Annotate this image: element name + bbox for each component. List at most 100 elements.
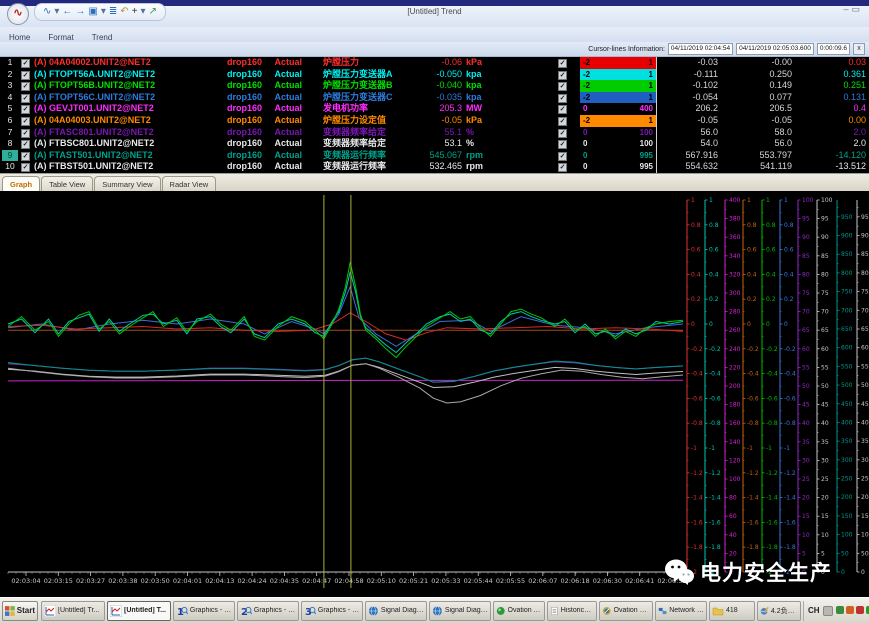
point-name[interactable]: (A) GEVJT001.UNIT2@NET2 <box>34 103 219 115</box>
table-row[interactable]: 7✓(A) FTASC801.UNIT2@NET2drop160Actual变频… <box>0 127 869 139</box>
table-row[interactable]: 5✓(A) GEVJT001.UNIT2@NET2drop160Actual发电… <box>0 103 869 115</box>
taskbar-item-5[interactable]: 3Graphics - -... <box>301 601 363 621</box>
scale-checkbox[interactable]: ✓ <box>558 105 567 114</box>
cursor2-value: 0.149 <box>726 80 792 92</box>
row-checkbox[interactable]: ✓ <box>21 94 30 103</box>
table-row[interactable]: 10✓(A) FTBST501.UNIT2@NET2drop160Actual变… <box>0 161 869 173</box>
cursor-duration[interactable]: 0:00:09.6 <box>817 43 850 55</box>
scale-max: 995 <box>640 150 653 162</box>
scale-checkbox[interactable]: ✓ <box>558 71 567 80</box>
taskbar-item-13[interactable]: 4.2负压调... <box>757 601 801 621</box>
axis-tick-label: 650 <box>841 326 853 333</box>
axis-tick-label: 1 <box>747 197 751 204</box>
trend-icon <box>44 605 56 617</box>
row-checkbox[interactable]: ✓ <box>21 105 30 114</box>
taskbar-item-4[interactable]: 2Graphics - -... <box>237 601 299 621</box>
axis-tick-label: 0.2 <box>691 296 701 303</box>
table-row[interactable]: 8✓(A) FTBSC801.UNIT2@NET2drop160Actual变频… <box>0 138 869 150</box>
axis-tick-label: 75 <box>802 290 810 297</box>
table-row[interactable]: 1✓(A) 04A04002.UNIT2@NET2drop160Actual炉膛… <box>0 57 869 69</box>
table-row[interactable]: 9✓(A) FTAST501.UNIT2@NET2drop160Actual变频… <box>0 150 869 162</box>
language-indicator[interactable]: CH <box>808 606 820 615</box>
row-number: 1 <box>2 57 18 69</box>
table-row[interactable]: 6✓(A) 04A04003.UNIT2@NET2drop160Actual炉膛… <box>0 115 869 127</box>
taskbar-item-6[interactable]: Signal Diagra... <box>365 601 427 621</box>
scale-checkbox[interactable]: ✓ <box>558 59 567 68</box>
axis-tick-label: 55 <box>802 364 810 371</box>
taskbar: Start [Untitled] Tr...[Untitled] T...1Gr… <box>0 597 869 623</box>
cursor-end-time[interactable]: 04/11/2019 02:05:03.600 <box>736 43 814 55</box>
row-checkbox[interactable]: ✓ <box>21 163 30 172</box>
window-buttons[interactable]: –▭ <box>843 4 863 15</box>
row-checkbox[interactable]: ✓ <box>21 152 30 161</box>
axis-tick-label: -0.2 <box>691 346 703 353</box>
scale-checkbox[interactable]: ✓ <box>558 117 567 126</box>
row-number: 2 <box>2 69 18 81</box>
tray-status-icon-1[interactable] <box>836 606 844 614</box>
axis-tick-label: 80 <box>729 495 737 502</box>
time-tick-label: 02:05:55 <box>496 577 525 585</box>
cursor2-value: 553.797 <box>726 150 792 162</box>
row-checkbox[interactable]: ✓ <box>21 82 30 91</box>
tray-status-icon-3[interactable] <box>856 606 864 614</box>
taskbar-item-10[interactable]: Ovation Poin... <box>599 601 653 621</box>
taskbar-item-2[interactable]: [Untitled] T... <box>107 601 171 621</box>
taskbar-item-3[interactable]: 1Graphics - -... <box>173 601 235 621</box>
taskbar-item-9[interactable]: Historical Re... <box>547 601 597 621</box>
point-name[interactable]: (A) FTOPT56B.UNIT2@NET2 <box>34 80 219 92</box>
view-tab-summary-view[interactable]: Summary View <box>94 176 160 191</box>
axis-tick-label: 140 <box>729 439 741 446</box>
delta-value: -14.120 <box>798 150 866 162</box>
taskbar-item-11[interactable]: Network and... <box>655 601 707 621</box>
point-name[interactable]: (A) FTBSC801.UNIT2@NET2 <box>34 138 219 150</box>
keyboard-icon[interactable] <box>823 606 833 616</box>
axis-tick-label: -0.8 <box>747 420 759 427</box>
axis-tick-label: -1.8 <box>766 544 778 551</box>
taskbar-item-7[interactable]: Signal Diagra... <box>429 601 491 621</box>
axis-tick-label: 0.2 <box>709 296 719 303</box>
row-checkbox[interactable]: ✓ <box>21 140 30 149</box>
table-row[interactable]: 4✓(A) FTOPT56C.UNIT2@NET2drop160Actual炉膛… <box>0 92 869 104</box>
scale-checkbox[interactable]: ✓ <box>558 140 567 149</box>
point-name[interactable]: (A) 04A04003.UNIT2@NET2 <box>34 115 219 127</box>
row-checkbox[interactable]: ✓ <box>21 117 30 126</box>
cursor1-value: 206.2 <box>652 103 718 115</box>
table-row[interactable]: 3✓(A) FTOPT56B.UNIT2@NET2drop160Actual炉膛… <box>0 80 869 92</box>
row-checkbox[interactable]: ✓ <box>21 129 30 138</box>
point-name[interactable]: (A) FTASC801.UNIT2@NET2 <box>34 127 219 139</box>
cursor-start-time[interactable]: 04/11/2019 02:04:54 <box>668 43 733 55</box>
taskbar-item-8[interactable]: Ovation Alar... <box>493 601 545 621</box>
start-button[interactable]: Start <box>2 601 38 621</box>
axis-tick-label: 0.4 <box>709 271 719 278</box>
time-tick-label: 02:06:18 <box>560 577 589 585</box>
scale-min: 0 <box>583 138 587 150</box>
scale-checkbox[interactable]: ✓ <box>558 129 567 138</box>
scale-checkbox[interactable]: ✓ <box>558 152 567 161</box>
scale-checkbox[interactable]: ✓ <box>558 82 567 91</box>
restore-button[interactable]: ▭ <box>851 4 863 14</box>
point-name[interactable]: (A) FTOPT56A.UNIT2@NET2 <box>34 69 219 81</box>
table-row[interactable]: 2✓(A) FTOPT56A.UNIT2@NET2drop160Actual炉膛… <box>0 69 869 81</box>
scale-checkbox[interactable]: ✓ <box>558 163 567 172</box>
point-name[interactable]: (A) FTOPT56C.UNIT2@NET2 <box>34 92 219 104</box>
cursor-info-close-button[interactable]: x <box>853 43 865 55</box>
row-checkbox[interactable]: ✓ <box>21 71 30 80</box>
scale-checkbox[interactable]: ✓ <box>558 94 567 103</box>
taskbar-item-12[interactable]: 418 <box>709 601 755 621</box>
value-cell: 205.3 <box>392 103 462 115</box>
point-name[interactable]: (A) FTBST501.UNIT2@NET2 <box>34 161 219 173</box>
trend-plot[interactable]: 02:03:0402:03:1502:03:2702:03:3802:03:50… <box>0 191 869 597</box>
scale-max: 995 <box>640 161 653 173</box>
point-name[interactable]: (A) 04A04002.UNIT2@NET2 <box>34 57 219 69</box>
trace-purple <box>8 358 683 382</box>
trend-graph-panel[interactable]: 02:03:0402:03:1502:03:2702:03:3802:03:50… <box>0 191 869 597</box>
tray-status-icon-2[interactable] <box>846 606 854 614</box>
tray-status-icon-4[interactable] <box>866 606 869 614</box>
row-checkbox[interactable]: ✓ <box>21 59 30 68</box>
view-tab-graph[interactable]: Graph <box>2 176 40 191</box>
taskbar-item-1[interactable]: [Untitled] Tr... <box>41 601 105 621</box>
view-tab-table-view[interactable]: Table View <box>41 176 93 191</box>
drop-cell: drop160 <box>196 161 262 173</box>
view-tab-radar-view[interactable]: Radar View <box>162 176 217 191</box>
point-name[interactable]: (A) FTAST501.UNIT2@NET2 <box>34 150 219 162</box>
